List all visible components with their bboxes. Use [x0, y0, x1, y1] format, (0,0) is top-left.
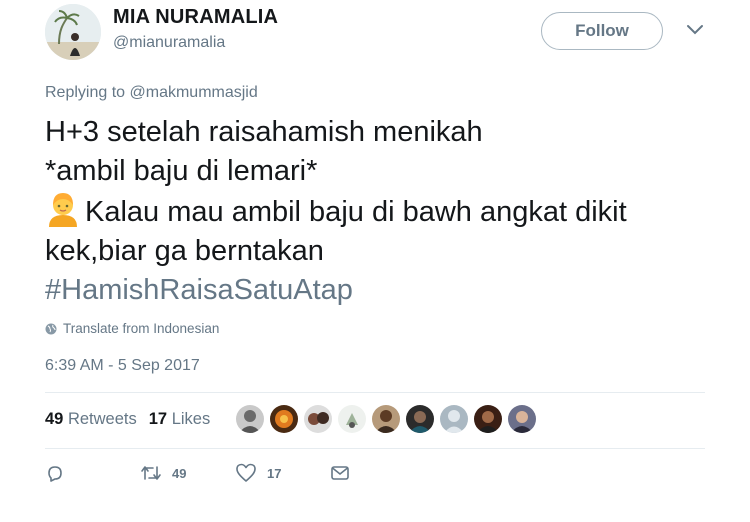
- retweet-icon: [141, 466, 161, 480]
- globe-icon: [45, 323, 57, 334]
- tweet-stats: 49 Retweets 17 Likes: [45, 410, 210, 429]
- chevron-down-icon[interactable]: [686, 24, 704, 36]
- reply-action[interactable]: [45, 463, 140, 483]
- user-avatar[interactable]: [45, 4, 101, 60]
- user-handle[interactable]: @mianuramalia: [113, 34, 225, 52]
- replying-to: Replying to @makmummasjid: [45, 84, 258, 102]
- tweet-line-3-text: Kalau mau ambil baju di bawh angkat diki…: [85, 196, 627, 228]
- divider: [45, 392, 705, 393]
- liker-avatar[interactable]: [372, 405, 400, 433]
- replying-to-prefix: Replying to: [45, 84, 126, 101]
- tweet-action-bar: 49 17: [45, 463, 350, 483]
- tweet-line-2: *ambil baju di lemari*: [45, 155, 318, 187]
- liker-avatar[interactable]: [236, 405, 264, 433]
- likes-count: 17: [148, 410, 168, 428]
- like-action[interactable]: 17: [235, 463, 330, 483]
- reply-icon: [48, 466, 62, 482]
- translate-label: Translate from Indonesian: [63, 321, 220, 336]
- liker-avatar[interactable]: [304, 405, 332, 433]
- liker-avatar[interactable]: [440, 405, 468, 433]
- likes-label: Likes: [171, 410, 211, 428]
- heart-icon: [236, 463, 256, 482]
- divider: [45, 448, 705, 449]
- avatar-image: [45, 4, 101, 60]
- tweet-line-4: kek,biar ga berntakan: [45, 235, 324, 267]
- message-action[interactable]: [330, 464, 350, 482]
- liker-avatar[interactable]: [474, 405, 502, 433]
- translate-link[interactable]: Translate from Indonesian: [45, 321, 219, 336]
- like-count: 17: [267, 465, 282, 481]
- liker-avatar[interactable]: [270, 405, 298, 433]
- follow-button[interactable]: Follow: [541, 12, 663, 50]
- retweet-count: 49: [172, 465, 187, 481]
- person-emoji-icon: [49, 193, 77, 227]
- liker-avatar[interactable]: [406, 405, 434, 433]
- envelope-icon: [331, 466, 349, 480]
- retweets-count: 49: [45, 410, 64, 428]
- user-display-name[interactable]: MIA NURAMALIA: [113, 6, 278, 29]
- retweets-stat[interactable]: 49 Retweets: [45, 410, 137, 429]
- liker-avatars: [236, 405, 536, 433]
- likes-stat[interactable]: 17 Likes: [149, 410, 210, 429]
- tweet-line-1: H+3 setelah raisahamish menikah: [45, 116, 483, 148]
- retweet-action[interactable]: 49: [140, 464, 235, 482]
- tweet-hashtag[interactable]: #HamishRaisaSatuAtap: [45, 271, 725, 310]
- replying-to-handle[interactable]: @makmummasjid: [130, 84, 258, 101]
- liker-avatar[interactable]: [508, 405, 536, 433]
- tweet-line-3: Kalau mau ambil baju di bawh angkat diki…: [45, 191, 725, 232]
- retweets-label: Retweets: [67, 410, 137, 428]
- tweet-text: H+3 setelah raisahamish menikah *ambil b…: [45, 113, 725, 310]
- liker-avatar[interactable]: [338, 405, 366, 433]
- tweet-timestamp[interactable]: 6:39 AM - 5 Sep 2017: [45, 357, 200, 375]
